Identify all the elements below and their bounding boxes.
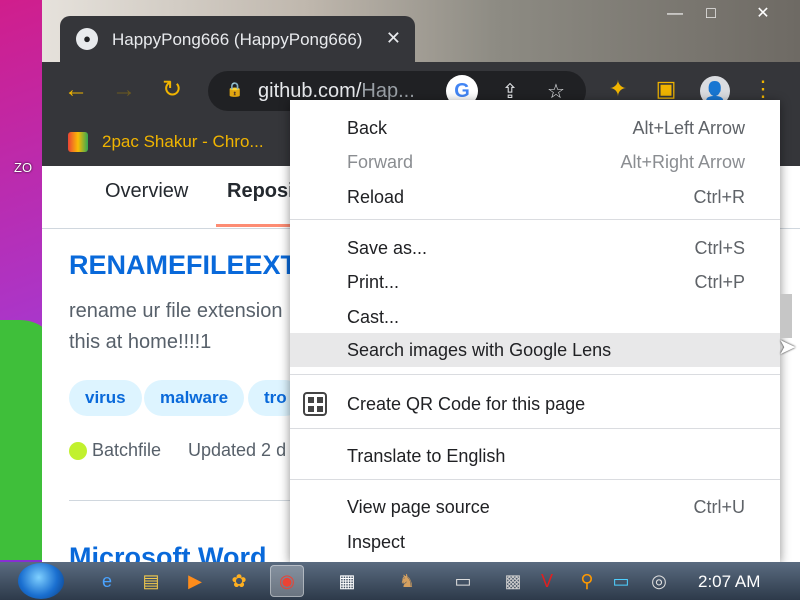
windows-taskbar: e ▤ ▶ ✿ ◉ ▦ ♞ ▭ ▩ V ⚲ ▭ ◎ 2:07 AM xyxy=(0,562,800,600)
page-scrollbar-thumb[interactable] xyxy=(780,294,792,338)
menu-item-back[interactable]: Back Alt+Left Arrow xyxy=(290,111,780,145)
minimize-button[interactable]: — xyxy=(658,4,692,24)
menu-separator xyxy=(290,374,780,375)
internet-explorer-icon[interactable]: e xyxy=(90,565,124,597)
menu-item-qr-code[interactable]: Create QR Code for this page xyxy=(290,387,780,421)
menu-item-view-source[interactable]: View page source Ctrl+U xyxy=(290,490,780,524)
qr-code-icon xyxy=(303,392,327,416)
bookmark-link[interactable]: 2pac Shakur - Chro... xyxy=(102,132,264,152)
chrome-webstore-icon xyxy=(68,132,88,152)
taskbar-clock[interactable]: 2:07 AM xyxy=(698,572,760,592)
lock-icon: 🔒 xyxy=(226,81,244,97)
repo-language: Batchfile xyxy=(92,440,162,460)
menu-item-google-lens[interactable]: Search images with Google Lens xyxy=(290,333,780,367)
menu-separator xyxy=(290,219,780,220)
monitor-icon[interactable]: ▭ xyxy=(604,565,638,597)
webcam-icon[interactable]: ◎ xyxy=(642,565,676,597)
close-window-button[interactable]: ✕ xyxy=(746,4,780,24)
forward-arrow-icon[interactable]: → xyxy=(110,76,138,104)
reload-icon[interactable]: ↻ xyxy=(158,76,186,104)
tab-repositories[interactable]: Reposi xyxy=(227,180,294,203)
tab-overview[interactable]: Overview xyxy=(105,180,188,203)
kebab-menu-icon[interactable]: ⋮ xyxy=(752,76,774,102)
file-explorer-icon[interactable]: ▤ xyxy=(134,565,168,597)
close-tab-icon[interactable]: ✕ xyxy=(386,28,401,49)
menu-separator xyxy=(290,428,780,429)
repo-updated: Updated 2 d xyxy=(188,440,287,460)
repo-description: rename ur file extension this at home!!!… xyxy=(69,300,283,353)
mouse-pointer-icon: ➤ xyxy=(778,334,797,359)
menu-item-translate[interactable]: Translate to English xyxy=(290,439,780,473)
language-color-dot xyxy=(69,442,87,460)
browser-tab[interactable]: ● HappyPong666 (HappyPong666) ✕ xyxy=(60,16,415,64)
app-icon[interactable]: ▦ xyxy=(330,565,364,597)
menu-item-print[interactable]: Print... Ctrl+P xyxy=(290,265,780,299)
app-icon[interactable]: ▭ xyxy=(446,565,480,597)
back-arrow-icon[interactable]: ← xyxy=(62,76,90,104)
github-icon: ● xyxy=(76,28,98,50)
menu-item-cast[interactable]: Cast... xyxy=(290,300,780,334)
maximize-button[interactable]: □ xyxy=(694,4,728,24)
repo-title-link[interactable]: Microsoft Word xyxy=(69,542,267,562)
context-menu: Back Alt+Left Arrow Forward Alt+Right Arro… xyxy=(290,100,780,562)
topic-tag[interactable]: malware xyxy=(144,380,245,416)
chrome-taskbar-icon[interactable]: ◉ xyxy=(270,565,304,597)
search-icon[interactable]: ⚲ xyxy=(570,565,604,597)
desktop-text: ZO xyxy=(14,160,33,175)
media-player-icon[interactable]: ▶ xyxy=(178,565,212,597)
app-icon[interactable]: V xyxy=(530,565,564,597)
menu-item-inspect[interactable]: Inspect xyxy=(290,525,780,559)
menu-item-forward[interactable]: Forward Alt+Right Arrow xyxy=(290,145,780,179)
menu-item-save-as[interactable]: Save as... Ctrl+S xyxy=(290,231,780,265)
start-button[interactable] xyxy=(18,563,64,599)
app-icon[interactable]: ♞ xyxy=(390,565,424,597)
app-icon[interactable]: ✿ xyxy=(222,565,256,597)
tab-title: HappyPong666 (HappyPong666) xyxy=(112,30,363,49)
menu-separator xyxy=(290,479,780,480)
repo-title-link[interactable]: RENAMEFILEEXT xyxy=(69,250,297,281)
menu-item-reload[interactable]: Reload Ctrl+R xyxy=(290,180,780,214)
app-icon[interactable]: ▩ xyxy=(496,565,530,597)
side-panel-icon[interactable]: ▣ xyxy=(652,76,680,102)
topic-tag[interactable]: virus xyxy=(69,380,142,416)
extensions-icon[interactable]: ✦ xyxy=(604,76,632,102)
